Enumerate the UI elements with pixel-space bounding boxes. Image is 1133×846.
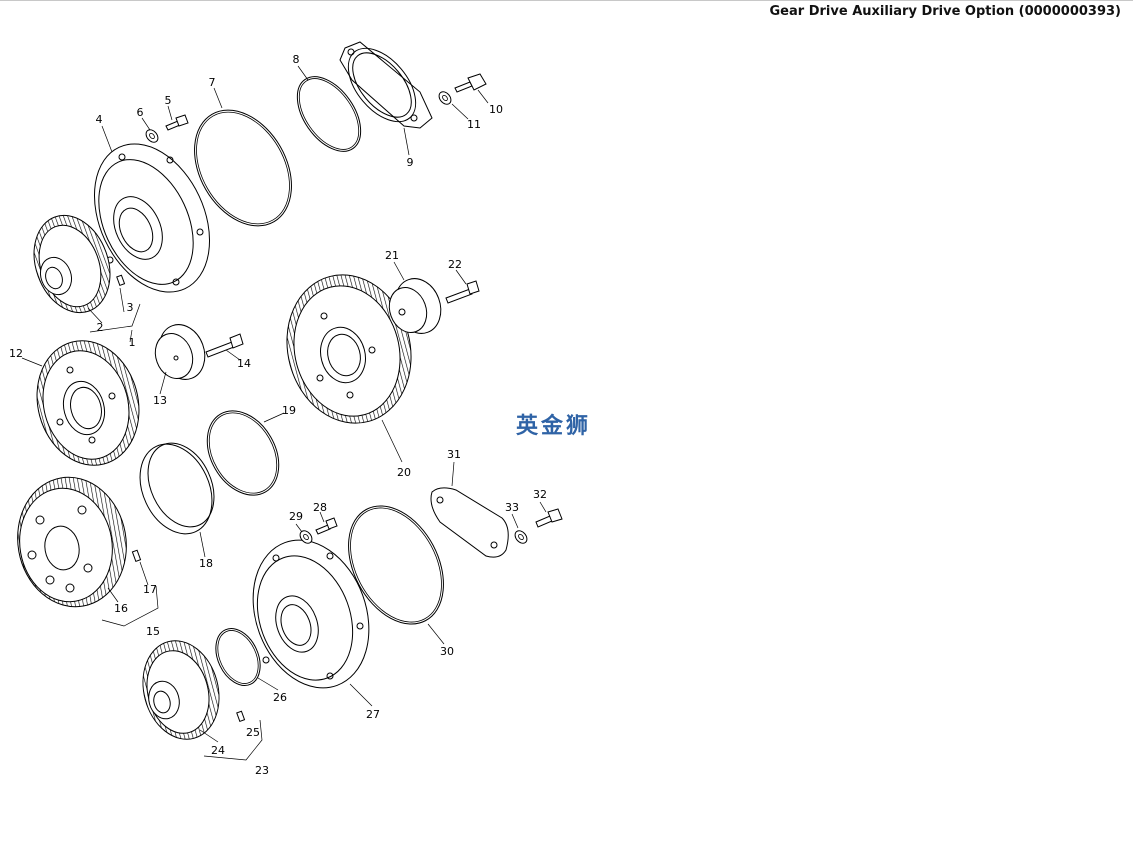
callout-24: 24 (211, 744, 225, 757)
part-25-pin (236, 710, 246, 723)
part-33-washer (514, 530, 528, 544)
callout-25: 25 (246, 726, 260, 739)
callout-32: 32 (533, 488, 547, 501)
callout-27: 27 (366, 708, 380, 721)
callout-21: 21 (385, 249, 399, 262)
part-13-hub (154, 324, 206, 380)
callout-9: 9 (407, 156, 414, 169)
callout-20: 20 (397, 466, 411, 479)
callout-8: 8 (293, 53, 300, 66)
part-12-gear (36, 340, 140, 466)
callout-19: 19 (282, 404, 296, 417)
callout-28: 28 (313, 501, 327, 514)
callout-10: 10 (489, 103, 503, 116)
callout-6: 6 (137, 106, 144, 119)
part-10-bolt (454, 73, 487, 93)
part-32-bolt (535, 508, 563, 528)
part-3-pin (116, 274, 126, 287)
callout-3: 3 (127, 301, 134, 314)
part-17-pin (131, 549, 142, 563)
part-22-bolt (445, 280, 480, 304)
part-14-bolt (205, 333, 244, 358)
part-6-washer (145, 129, 159, 143)
callout-26: 26 (273, 691, 287, 704)
callout-5: 5 (165, 94, 172, 107)
callout-4: 4 (96, 113, 103, 126)
part-5-bolt (165, 114, 189, 131)
callout-14: 14 (237, 357, 251, 370)
part-31-cover (430, 487, 509, 558)
callout-16: 16 (114, 602, 128, 615)
part-16-gear (17, 476, 127, 608)
callout-22: 22 (448, 258, 462, 271)
part-27-housing (252, 539, 370, 689)
callout-11: 11 (467, 118, 481, 131)
callout-30: 30 (440, 645, 454, 658)
callout-1: 1 (129, 336, 136, 349)
callout-31: 31 (447, 448, 461, 461)
callout-29: 29 (289, 510, 303, 523)
callout-33: 33 (505, 501, 519, 514)
part-28-bolt (315, 517, 338, 535)
callout-12: 12 (9, 347, 23, 360)
watermark-logo: 英金狮 (516, 414, 592, 439)
callout-23: 23 (255, 764, 269, 777)
part-11-washer (438, 91, 452, 105)
callout-7: 7 (209, 76, 216, 89)
callout-15: 15 (146, 625, 160, 638)
callout-18: 18 (199, 557, 213, 570)
callout-17: 17 (143, 583, 157, 596)
part-9-flange (339, 41, 433, 129)
part-18-sleeve (139, 442, 215, 535)
callout-13: 13 (153, 394, 167, 407)
callout-2: 2 (97, 321, 104, 334)
part-24-gear (142, 640, 220, 740)
